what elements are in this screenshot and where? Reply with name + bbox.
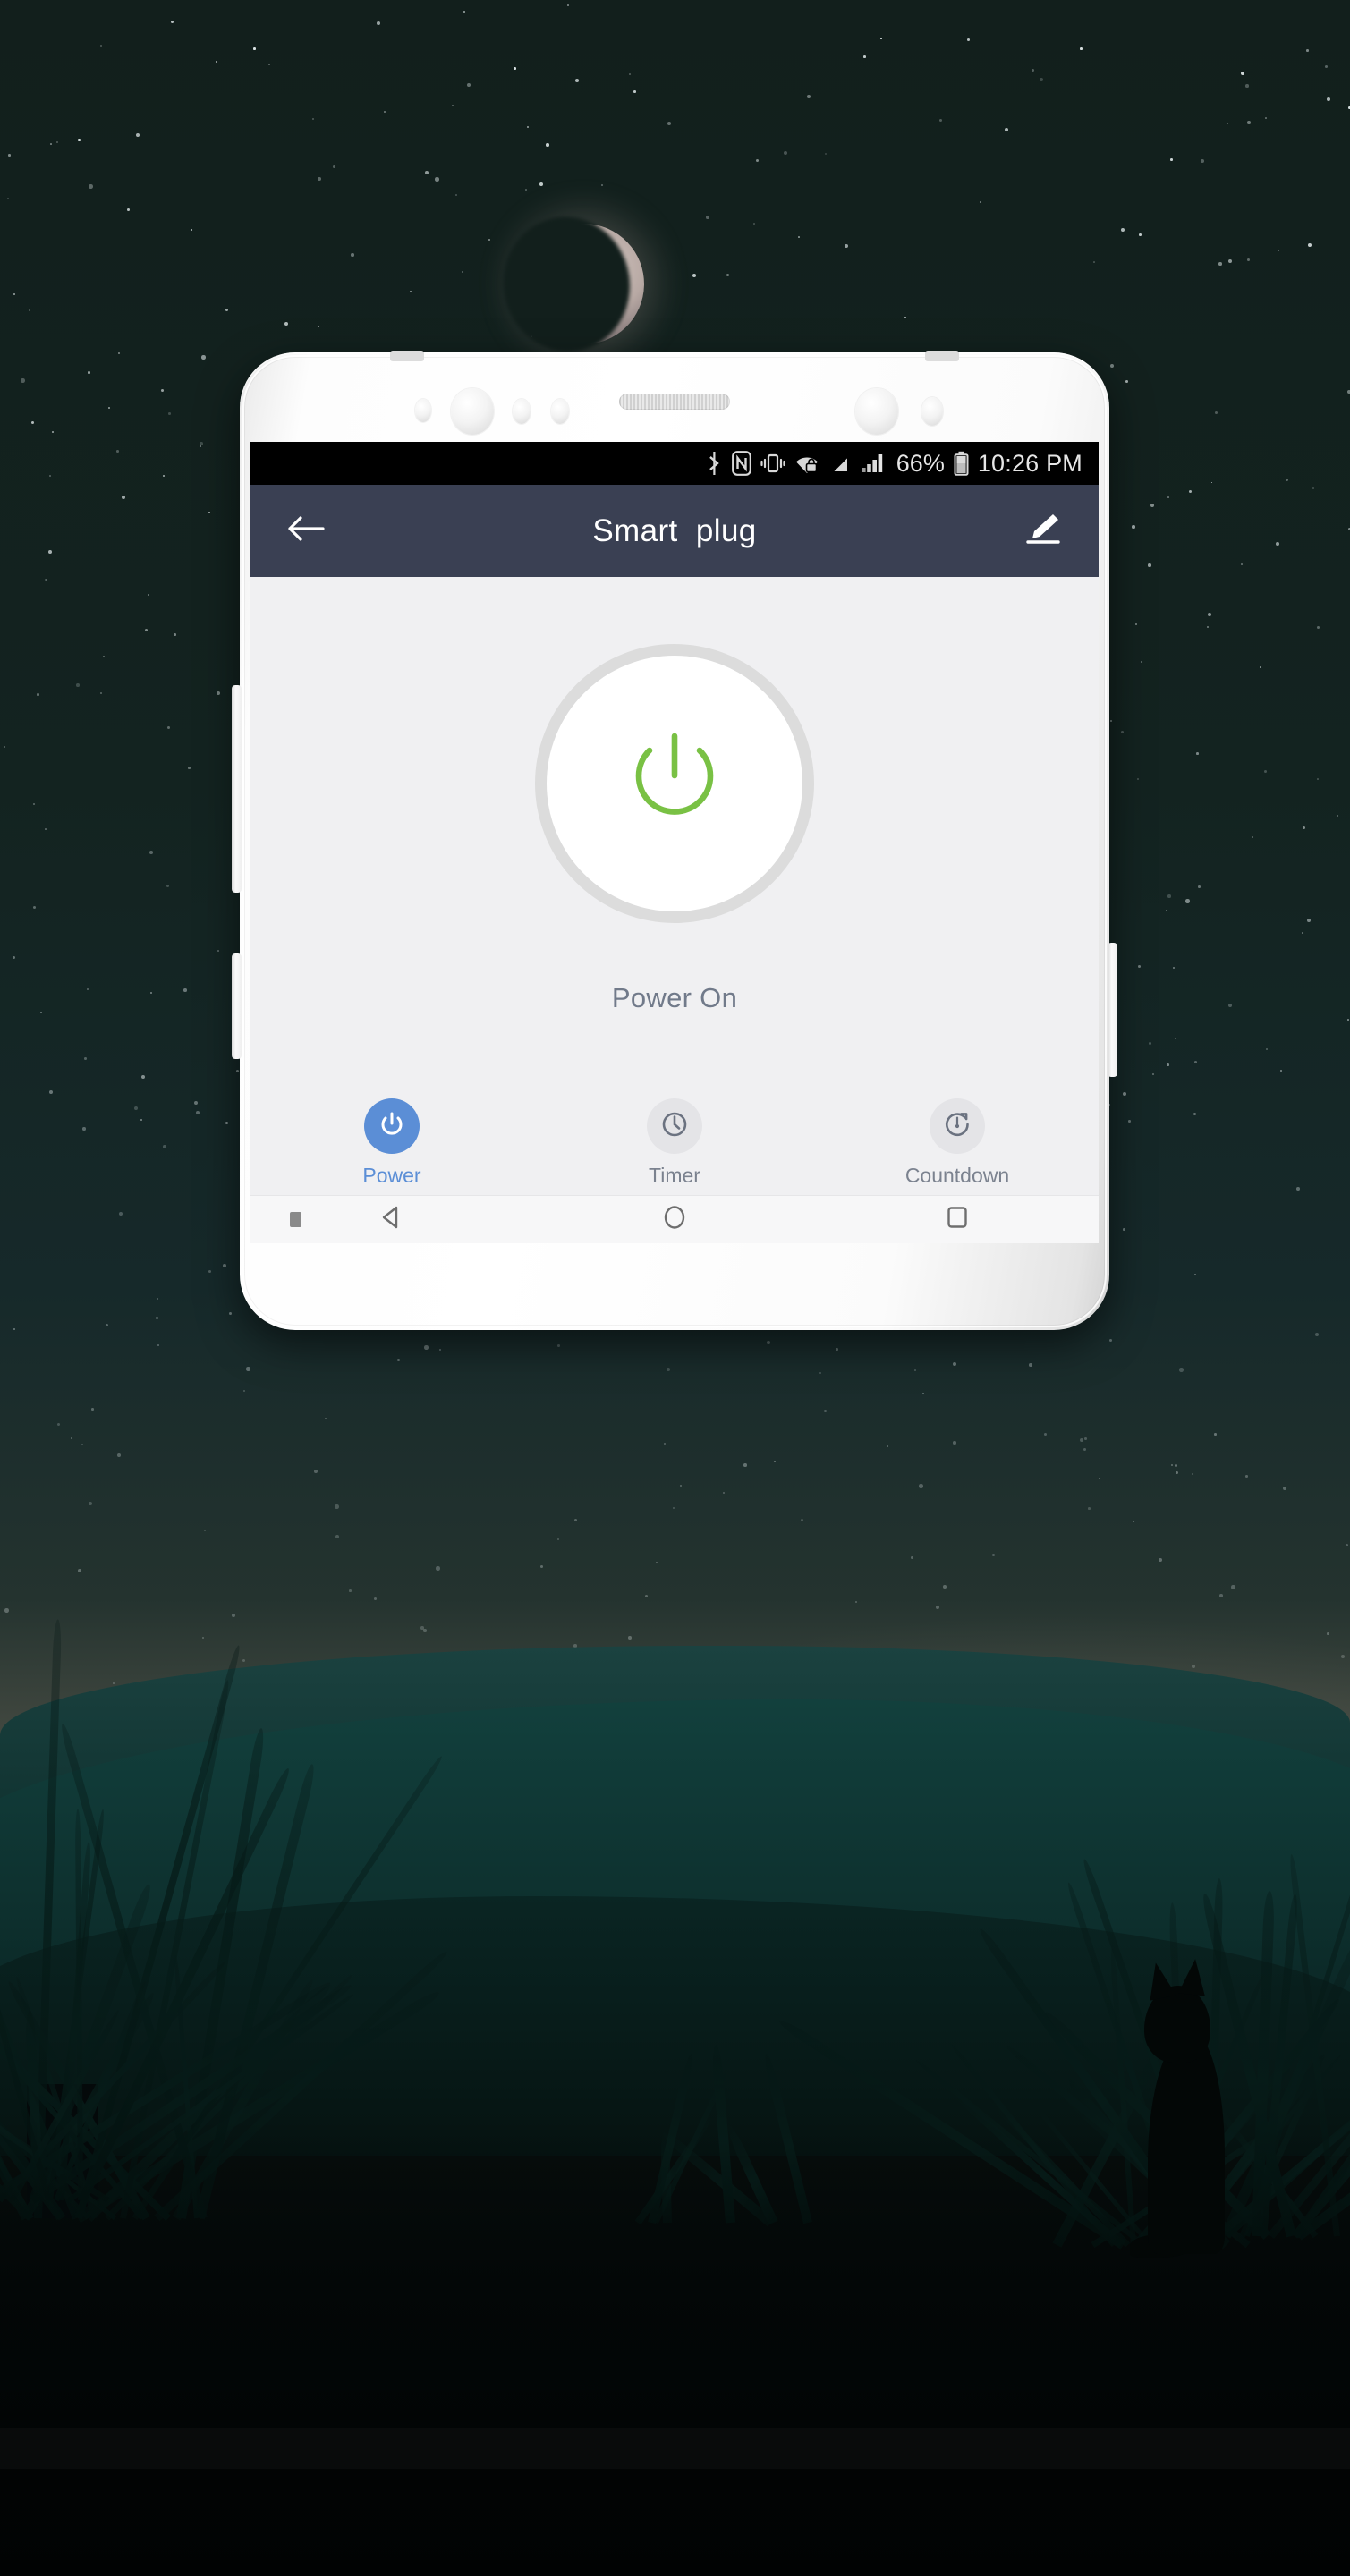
earpiece-speaker xyxy=(619,394,730,410)
nfc-icon xyxy=(731,451,751,476)
light-sensor-icon xyxy=(551,399,569,424)
tab-power-label: Power xyxy=(362,1164,421,1187)
wifi-secured-icon xyxy=(794,451,819,476)
android-nav-bar xyxy=(250,1195,1099,1243)
tab-countdown[interactable]: Countdown xyxy=(816,1098,1099,1188)
back-triangle-icon xyxy=(378,1203,406,1236)
power-icon xyxy=(607,713,743,853)
keyboard-hide-indicator[interactable] xyxy=(290,1212,301,1227)
led-indicator-icon xyxy=(921,397,943,426)
tab-timer-label: Timer xyxy=(649,1164,700,1187)
phone-device: 66% 10:26 PM Smart plug Power On Power T… xyxy=(232,351,1117,1330)
nav-home-button[interactable] xyxy=(533,1203,816,1236)
power-side-button[interactable] xyxy=(1108,943,1117,1077)
nav-recents-button[interactable] xyxy=(816,1203,1099,1236)
power-toggle-button[interactable] xyxy=(535,643,814,923)
cat-silhouette xyxy=(1130,1957,1241,2258)
proximity-sensor-icon xyxy=(513,399,531,424)
phone-screen: 66% 10:26 PM Smart plug Power On Power T… xyxy=(250,442,1099,1243)
phone-chin xyxy=(240,1243,1109,1330)
power-state-label: Power On xyxy=(611,981,738,1013)
vibrate-icon xyxy=(760,451,785,476)
home-circle-icon xyxy=(660,1203,689,1236)
back-arrow-icon xyxy=(287,513,325,548)
bluetooth-icon xyxy=(706,451,723,476)
recents-square-icon xyxy=(943,1203,972,1236)
status-bar: 66% 10:26 PM xyxy=(250,442,1099,485)
sensor-icon xyxy=(415,399,431,422)
ledge-lower xyxy=(0,2428,1350,2469)
signal-bars-icon xyxy=(861,451,886,476)
tab-power[interactable]: Power xyxy=(250,1098,533,1188)
clock-icon xyxy=(659,1109,690,1144)
tab-power-circle xyxy=(364,1098,420,1154)
main-content: Power On xyxy=(250,577,1099,1097)
countdown-icon xyxy=(942,1109,972,1144)
front-camera-icon xyxy=(451,388,494,435)
tab-countdown-label: Countdown xyxy=(904,1164,1010,1187)
clock-label: 10:26 PM xyxy=(977,449,1083,477)
phone-top-bezel xyxy=(240,352,1109,442)
back-button[interactable] xyxy=(281,506,331,556)
bottom-tab-bar: Power Timer Countdown xyxy=(250,1097,1099,1195)
battery-icon xyxy=(954,451,969,476)
bixby-button[interactable] xyxy=(232,953,242,1059)
app-bar: Smart plug xyxy=(250,485,1099,577)
page-title: Smart plug xyxy=(592,513,757,548)
volume-rocker-button[interactable] xyxy=(232,685,242,893)
tab-countdown-circle xyxy=(930,1098,985,1154)
mobile-data-off-icon xyxy=(828,451,852,476)
edit-button[interactable] xyxy=(1018,506,1068,556)
iris-scanner-icon xyxy=(855,388,898,435)
power-icon xyxy=(377,1109,407,1144)
battery-percent-label: 66% xyxy=(896,449,945,477)
edit-pencil-icon xyxy=(1024,512,1062,550)
tab-timer[interactable]: Timer xyxy=(533,1098,816,1188)
tab-timer-circle xyxy=(647,1098,702,1154)
